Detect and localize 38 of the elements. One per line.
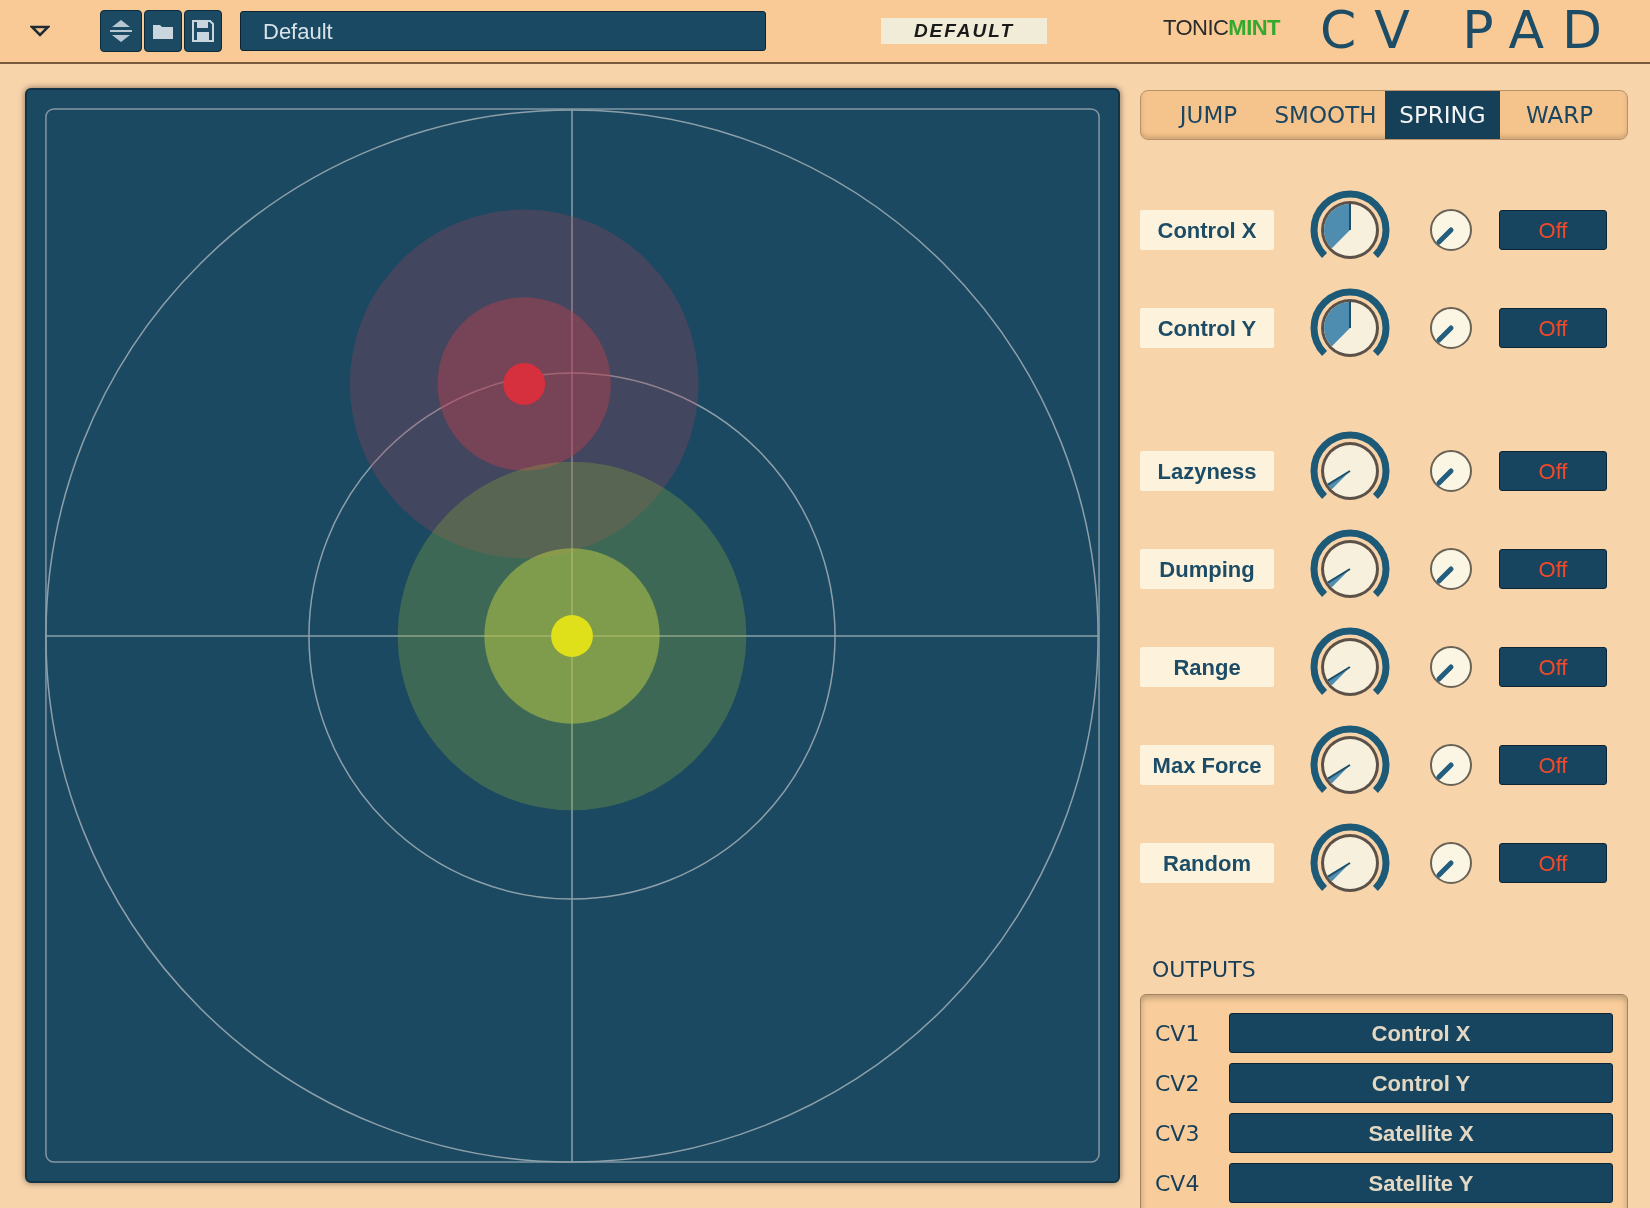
output-select[interactable]: Satellite Y [1229,1163,1613,1203]
mode-tab[interactable]: WARP [1502,91,1617,139]
parameter-label: Control X [1140,210,1274,250]
output-label: CV4 [1155,1169,1201,1198]
fine-knob[interactable] [1427,304,1475,352]
parameter-label: Max Force [1140,745,1274,785]
product-title: CV PAD [1319,4,1620,56]
up-down-arrows-icon [108,17,134,45]
output-select[interactable]: Control X [1229,1013,1613,1053]
open-button[interactable] [144,10,182,52]
output-label: CV2 [1155,1069,1201,1098]
parameter-label: Random [1140,843,1274,883]
fine-knob[interactable] [1427,206,1475,254]
folder-icon [152,22,174,40]
fine-knob[interactable] [1427,741,1475,789]
fine-knob[interactable] [1427,545,1475,593]
mode-tab[interactable]: SPRING [1385,91,1500,139]
parameter-label: Control Y [1140,308,1274,348]
preset-step-button[interactable] [100,10,142,52]
output-select[interactable]: Control Y [1229,1063,1613,1103]
control-point[interactable] [397,461,747,811]
parameter-label: Range [1140,647,1274,687]
mode-tab[interactable]: JUMP [1151,91,1266,139]
preset-name-field[interactable]: Default [240,11,766,51]
output-select[interactable]: Satellite X [1229,1113,1613,1153]
patch-label: DEFAULT [881,18,1047,44]
brand-logo: TONICMINT [1163,14,1280,42]
save-button[interactable] [184,10,222,52]
fine-knob[interactable] [1427,839,1475,887]
mode-tab[interactable]: SMOOTH [1268,91,1383,139]
fine-knob[interactable] [1427,447,1475,495]
output-label: CV1 [1155,1019,1201,1048]
dropdown-arrow-icon[interactable] [30,25,50,37]
outputs-heading: OUTPUTS [1152,956,1257,984]
fine-knob[interactable] [1427,643,1475,691]
parameter-label: Lazyness [1140,451,1274,491]
parameter-label: Dumping [1140,549,1274,589]
output-label: CV3 [1155,1119,1201,1148]
